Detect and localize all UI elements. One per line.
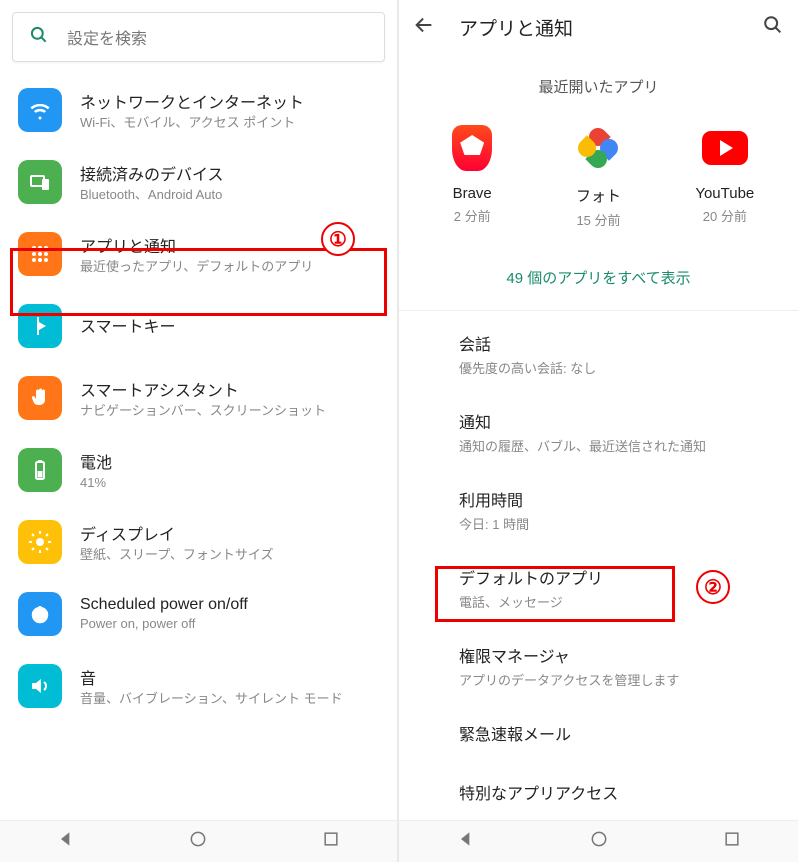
setting-sub: 壁紙、スリープ、フォントサイズ bbox=[80, 547, 379, 564]
setting-title: 電池 bbox=[80, 449, 379, 473]
nav-home-icon[interactable] bbox=[589, 829, 609, 854]
nav-home-icon[interactable] bbox=[188, 829, 208, 854]
setting-assistant[interactable]: スマートアシスタントナビゲーションバー、スクリーンショット bbox=[0, 362, 397, 434]
app-time: 15 分前 bbox=[536, 210, 661, 229]
page-title: アプリと通知 bbox=[459, 14, 762, 41]
setting-title: ネットワークとインターネット bbox=[80, 89, 379, 113]
setting-sub: 音量、バイブレーション、サイレント モード bbox=[80, 691, 379, 708]
brave-icon bbox=[449, 125, 495, 171]
setting-title: スマートキー bbox=[80, 313, 379, 337]
wifi-icon bbox=[18, 88, 62, 132]
detail-title: 利用時間 bbox=[459, 487, 770, 511]
detail-permissions[interactable]: 権限マネージャ アプリのデータアクセスを管理します bbox=[399, 627, 798, 705]
setting-title: Scheduled power on/off bbox=[80, 596, 379, 614]
display-icon bbox=[18, 520, 62, 564]
setting-title: 接続済みのデバイス bbox=[80, 161, 379, 185]
nav-bar bbox=[399, 820, 798, 862]
search-bar[interactable]: 設定を検索 bbox=[12, 12, 385, 62]
settings-screen: 設定を検索 ネットワークとインターネット Wi-Fi、モバイル、アクセス ポイント… bbox=[0, 0, 399, 862]
detail-notifications[interactable]: 通知 通知の履歴、バブル、最近送信された通知 bbox=[399, 393, 798, 471]
detail-title: 権限マネージャ bbox=[459, 643, 770, 667]
setting-scheduled-power[interactable]: Scheduled power on/off Power on, power of… bbox=[0, 578, 397, 650]
app-name: Brave bbox=[410, 185, 535, 202]
back-icon[interactable] bbox=[413, 14, 435, 41]
setting-smartkey[interactable]: スマートキー bbox=[0, 290, 397, 362]
recent-apps-heading: 最近開いたアプリ bbox=[399, 54, 798, 115]
detail-list: 会話 優先度の高い会話: なし 通知 通知の履歴、バブル、最近送信された通知 利… bbox=[399, 311, 798, 827]
app-time: 2 分前 bbox=[410, 206, 535, 225]
hand-icon bbox=[18, 376, 62, 420]
setting-sub: Power on, power off bbox=[80, 616, 379, 633]
youtube-icon bbox=[702, 125, 748, 171]
detail-sub: アプリのデータアクセスを管理します bbox=[459, 670, 770, 689]
settings-list: ネットワークとインターネット Wi-Fi、モバイル、アクセス ポイント 接続済みの… bbox=[0, 74, 397, 722]
header: アプリと通知 bbox=[399, 0, 798, 54]
nav-back-icon[interactable] bbox=[56, 829, 76, 854]
sound-icon bbox=[18, 664, 62, 708]
setting-sub: Wi-Fi、モバイル、アクセス ポイント bbox=[80, 115, 379, 132]
detail-sub: 優先度の高い会話: なし bbox=[459, 358, 770, 377]
battery-icon bbox=[18, 448, 62, 492]
search-icon[interactable] bbox=[762, 14, 784, 41]
app-time: 20 分前 bbox=[662, 206, 787, 225]
setting-sub: Bluetooth、Android Auto bbox=[80, 187, 379, 204]
annotation-badge-1: ① bbox=[321, 222, 355, 256]
search-icon bbox=[29, 25, 49, 50]
setting-display[interactable]: ディスプレイ壁紙、スリープ、フォントサイズ bbox=[0, 506, 397, 578]
detail-default-apps[interactable]: デフォルトのアプリ 電話、メッセージ bbox=[399, 549, 798, 627]
show-all-apps-link[interactable]: 49 個のアプリをすべて表示 bbox=[399, 253, 798, 310]
setting-sound[interactable]: 音音量、バイブレーション、サイレント モード bbox=[0, 650, 397, 722]
detail-screentime[interactable]: 利用時間 今日: 1 時間 bbox=[399, 471, 798, 549]
setting-sub: 最近使ったアプリ、デフォルトのアプリ bbox=[80, 259, 379, 276]
recent-app-brave[interactable]: Brave 2 分前 bbox=[410, 125, 535, 229]
setting-network[interactable]: ネットワークとインターネット Wi-Fi、モバイル、アクセス ポイント bbox=[0, 74, 397, 146]
setting-title: 音 bbox=[80, 665, 379, 689]
detail-title: 緊急速報メール bbox=[459, 721, 770, 745]
recent-app-photos[interactable]: フォト 15 分前 bbox=[536, 125, 661, 229]
recent-app-youtube[interactable]: YouTube 20 分前 bbox=[662, 125, 787, 229]
power-icon bbox=[18, 592, 62, 636]
setting-title: ディスプレイ bbox=[80, 521, 379, 545]
detail-emergency-alerts[interactable]: 緊急速報メール bbox=[399, 705, 798, 764]
setting-sub: 41% bbox=[80, 475, 379, 492]
devices-icon bbox=[18, 160, 62, 204]
app-name: フォト bbox=[536, 185, 661, 206]
detail-title: 会話 bbox=[459, 331, 770, 355]
detail-conversations[interactable]: 会話 優先度の高い会話: なし bbox=[399, 315, 798, 393]
app-name: YouTube bbox=[662, 185, 787, 202]
photos-icon bbox=[575, 125, 621, 171]
setting-devices[interactable]: 接続済みのデバイス Bluetooth、Android Auto bbox=[0, 146, 397, 218]
detail-title: 通知 bbox=[459, 409, 770, 433]
nav-recent-icon[interactable] bbox=[722, 829, 742, 854]
setting-battery[interactable]: 電池 41% bbox=[0, 434, 397, 506]
setting-sub: ナビゲーションバー、スクリーンショット bbox=[80, 403, 379, 420]
nav-recent-icon[interactable] bbox=[321, 829, 341, 854]
setting-title: スマートアシスタント bbox=[80, 377, 379, 401]
recent-apps-row: Brave 2 分前 フォト 15 分前 YouTube 20 分前 bbox=[399, 115, 798, 253]
smartkey-icon bbox=[18, 304, 62, 348]
annotation-badge-2: ② bbox=[696, 570, 730, 604]
detail-sub: 今日: 1 時間 bbox=[459, 514, 770, 533]
detail-sub: 通知の履歴、バブル、最近送信された通知 bbox=[459, 436, 770, 455]
nav-back-icon[interactable] bbox=[456, 829, 476, 854]
detail-special-access[interactable]: 特別なアプリアクセス bbox=[399, 764, 798, 823]
detail-title: 特別なアプリアクセス bbox=[459, 780, 770, 804]
nav-bar bbox=[0, 820, 397, 862]
apps-notifications-screen: アプリと通知 最近開いたアプリ Brave 2 分前 フォト 15 分前 You… bbox=[399, 0, 798, 862]
apps-icon bbox=[18, 232, 62, 276]
search-placeholder: 設定を検索 bbox=[67, 25, 147, 49]
